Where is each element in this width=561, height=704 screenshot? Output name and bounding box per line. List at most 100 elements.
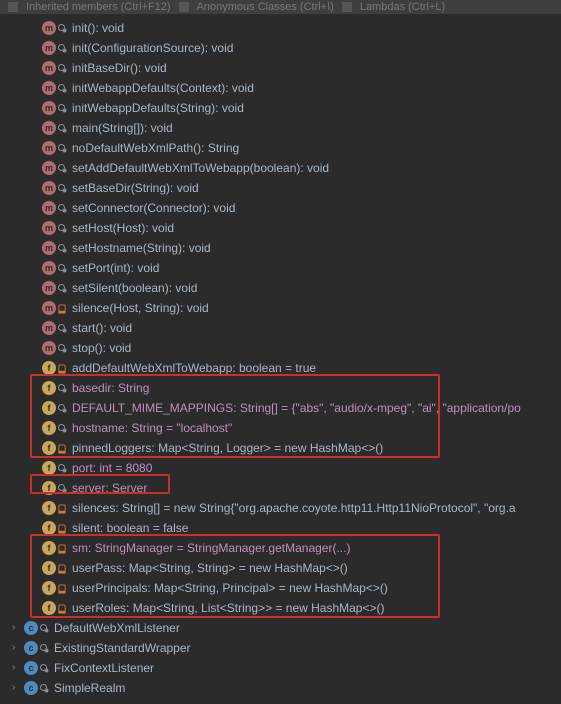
- method-icon: m: [42, 161, 56, 175]
- inner-class-item[interactable]: ›cSimpleRealm: [0, 678, 561, 698]
- field-item[interactable]: fpinnedLoggers: Map<String, Logger> = ne…: [0, 438, 561, 458]
- expand-icon[interactable]: ›: [12, 642, 22, 652]
- method-icon: m: [42, 141, 56, 155]
- method-item[interactable]: mstop(): void: [0, 338, 561, 358]
- method-item[interactable]: msilence(Host, String): void: [0, 298, 561, 318]
- field-item[interactable]: f sm: StringManager = StringManager.getMa…: [0, 538, 561, 558]
- method-item[interactable]: mstart(): void: [0, 318, 561, 338]
- field-icon: f: [42, 581, 56, 595]
- key-icon: [58, 24, 66, 32]
- key-icon: [58, 344, 66, 352]
- field-item[interactable]: fsilences: String[] = new String{"org.ap…: [0, 498, 561, 518]
- member-label: initBaseDir(): void: [72, 61, 167, 75]
- key-icon: [58, 424, 66, 432]
- key-icon: [40, 684, 48, 692]
- field-item[interactable]: fsilent: boolean = false: [0, 518, 561, 538]
- field-icon: f: [42, 541, 56, 555]
- inner-class-item[interactable]: ›c ExistingStandardWrapper: [0, 638, 561, 658]
- field-item[interactable]: fuserRoles: Map<String, List<String>> = …: [0, 598, 561, 618]
- key-icon: [58, 384, 66, 392]
- member-label: DEFAULT_MIME_MAPPINGS: String[] = {"abs"…: [72, 401, 521, 415]
- method-item[interactable]: minit(): void: [0, 18, 561, 38]
- lock-icon: [58, 304, 66, 312]
- method-item[interactable]: msetHostname(String): void: [0, 238, 561, 258]
- method-item[interactable]: minit(ConfigurationSource): void: [0, 38, 561, 58]
- method-item[interactable]: msetAddDefaultWebXmlToWebapp(boolean): v…: [0, 158, 561, 178]
- toolbar-item-label[interactable]: Lambdas (Ctrl+L): [360, 1, 445, 13]
- method-icon: m: [42, 81, 56, 95]
- member-label: stop(): void: [72, 341, 131, 355]
- key-icon: [58, 124, 66, 132]
- lock-icon: [58, 544, 66, 552]
- toolbar-item-label[interactable]: Anonymous Classes (Ctrl+I): [197, 1, 334, 13]
- inner-class-item[interactable]: ›c DefaultWebXmlListener: [0, 618, 561, 638]
- structure-toolbar: Inherited members (Ctrl+F12) Anonymous C…: [0, 0, 561, 14]
- lock-icon: [58, 504, 66, 512]
- field-item[interactable]: fport: int = 8080: [0, 458, 561, 478]
- key-icon: [58, 284, 66, 292]
- method-icon: m: [42, 321, 56, 335]
- key-icon: [58, 44, 66, 52]
- key-icon: [58, 104, 66, 112]
- method-item[interactable]: m initWebappDefaults(Context): void: [0, 78, 561, 98]
- field-icon: f: [42, 421, 56, 435]
- lock-icon: [58, 564, 66, 572]
- lock-icon: [58, 444, 66, 452]
- member-label: setSilent(boolean): void: [72, 281, 197, 295]
- method-item[interactable]: minitWebappDefaults(String): void: [0, 98, 561, 118]
- expand-icon[interactable]: ›: [12, 622, 22, 632]
- method-item[interactable]: msetHost(Host): void: [0, 218, 561, 238]
- member-label: userPrincipals: Map<String, Principal> =…: [72, 581, 388, 595]
- field-item[interactable]: f userPass: Map<String, String> = new Has…: [0, 558, 561, 578]
- member-label: initWebappDefaults(Context): void: [72, 81, 254, 95]
- method-item[interactable]: m initBaseDir(): void: [0, 58, 561, 78]
- member-label: silences: String[] = new String{"org.apa…: [72, 501, 516, 515]
- class-icon: c: [24, 661, 38, 675]
- field-item[interactable]: f userPrincipals: Map<String, Principal> …: [0, 578, 561, 598]
- toolbar-item-label[interactable]: Inherited members (Ctrl+F12): [26, 1, 171, 13]
- method-item[interactable]: mnoDefaultWebXmlPath(): String: [0, 138, 561, 158]
- field-icon: f: [42, 561, 56, 575]
- inner-class-item[interactable]: ›cFixContextListener: [0, 658, 561, 678]
- key-icon: [40, 644, 48, 652]
- member-label: ExistingStandardWrapper: [54, 641, 191, 655]
- member-label: pinnedLoggers: Map<String, Logger> = new…: [72, 441, 383, 455]
- member-label: setConnector(Connector): void: [72, 201, 235, 215]
- field-item[interactable]: fbasedir: String: [0, 378, 561, 398]
- key-icon: [58, 84, 66, 92]
- method-item[interactable]: msetSilent(boolean): void: [0, 278, 561, 298]
- member-label: setHost(Host): void: [72, 221, 174, 235]
- key-icon: [58, 404, 66, 412]
- key-icon: [58, 244, 66, 252]
- method-icon: m: [42, 61, 56, 75]
- structure-tree[interactable]: minit(): voidminit(ConfigurationSource):…: [0, 14, 561, 704]
- member-label: SimpleRealm: [54, 681, 125, 695]
- checkbox-icon[interactable]: [179, 2, 189, 12]
- field-icon: f: [42, 361, 56, 375]
- member-label: main(String[]): void: [72, 121, 173, 135]
- member-label: server: Server: [72, 481, 147, 495]
- checkbox-icon[interactable]: [8, 2, 18, 12]
- field-icon: f: [42, 381, 56, 395]
- method-item[interactable]: msetBaseDir(String): void: [0, 178, 561, 198]
- member-label: userPass: Map<String, String> = new Hash…: [72, 561, 348, 575]
- method-item[interactable]: mmain(String[]): void: [0, 118, 561, 138]
- expand-icon[interactable]: ›: [12, 662, 22, 672]
- field-icon: f: [42, 601, 56, 615]
- class-icon: c: [24, 621, 38, 635]
- field-item[interactable]: fDEFAULT_MIME_MAPPINGS: String[] = {"abs…: [0, 398, 561, 418]
- field-item[interactable]: fserver: Server: [0, 478, 561, 498]
- field-item[interactable]: fhostname: String = "localhost": [0, 418, 561, 438]
- method-item[interactable]: msetConnector(Connector): void: [0, 198, 561, 218]
- key-icon: [58, 164, 66, 172]
- class-icon: c: [24, 641, 38, 655]
- checkbox-icon[interactable]: [342, 2, 352, 12]
- member-label: silence(Host, String): void: [72, 301, 209, 315]
- member-label: DefaultWebXmlListener: [54, 621, 180, 635]
- field-item[interactable]: faddDefaultWebXmlToWebapp: boolean = tru…: [0, 358, 561, 378]
- expand-icon[interactable]: ›: [12, 682, 22, 692]
- member-label: init(ConfigurationSource): void: [72, 41, 233, 55]
- method-item[interactable]: msetPort(int): void: [0, 258, 561, 278]
- member-label: sm: StringManager = StringManager.getMan…: [72, 541, 350, 555]
- member-label: setBaseDir(String): void: [72, 181, 199, 195]
